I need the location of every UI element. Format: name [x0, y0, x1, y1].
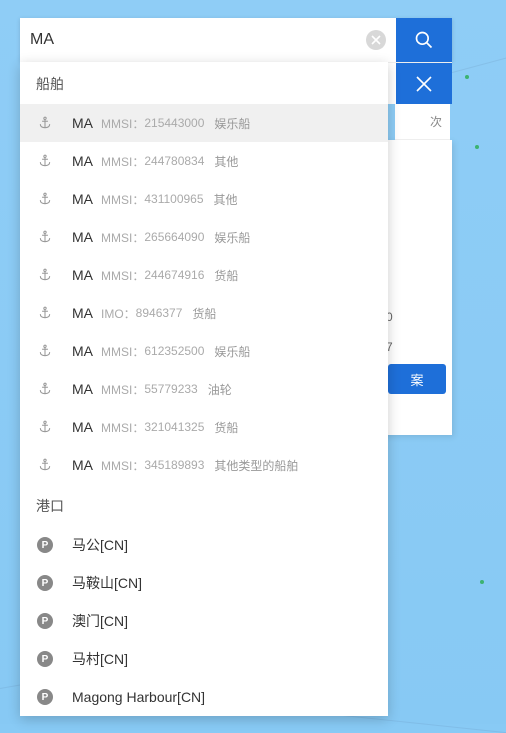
result-port-name: 马村[CN]	[72, 649, 128, 669]
ship-icon	[38, 230, 52, 244]
ship-result-row[interactable]: MA MMSI： 244674916 货船	[20, 256, 388, 294]
result-id-number: 55779233	[144, 382, 197, 396]
ship-result-row[interactable]: MA MMSI： 55779233 油轮	[20, 370, 388, 408]
search-input-wrap	[20, 18, 396, 62]
ship-result-row[interactable]: MA MMSI： 244780834 其他	[20, 142, 388, 180]
ship-icon	[38, 192, 52, 206]
result-type: 其他	[214, 191, 238, 208]
port-icon: P	[37, 651, 53, 667]
result-name: MA	[72, 115, 93, 131]
result-id-number: 345189893	[144, 458, 204, 472]
port-result-row[interactable]: P 马鞍山[CN]	[20, 564, 388, 602]
ship-result-row[interactable]: MA IMO： 8946377 货船	[20, 294, 388, 332]
result-id-number: 244674916	[144, 268, 204, 282]
ship-icon	[38, 420, 52, 434]
search-row	[20, 18, 452, 62]
result-port-name: 马鞍山[CN]	[72, 573, 142, 593]
ship-result-row[interactable]: MA MMSI： 431100965 其他	[20, 180, 388, 218]
result-type: 油轮	[208, 381, 232, 398]
ship-icon	[38, 154, 52, 168]
result-id-number: 431100965	[144, 192, 203, 206]
result-name: MA	[72, 267, 93, 283]
search-input[interactable]	[30, 31, 366, 49]
result-name: MA	[72, 457, 93, 473]
behind-strip: 次	[395, 104, 450, 140]
result-type: 其他	[214, 153, 238, 170]
close-panel-button[interactable]	[396, 63, 452, 104]
result-type: 娱乐船	[214, 115, 250, 132]
result-name: MA	[72, 381, 93, 397]
search-button[interactable]	[396, 18, 452, 62]
ship-result-row[interactable]: MA MMSI： 612352500 娱乐船	[20, 332, 388, 370]
result-id-label: MMSI：	[101, 115, 144, 132]
result-name: MA	[72, 343, 93, 359]
group-header-ports: 港口	[20, 484, 388, 526]
port-icon: P	[37, 537, 53, 553]
ship-icon	[38, 306, 52, 320]
result-id-label: MMSI：	[101, 153, 144, 170]
result-type: 货船	[192, 305, 216, 322]
result-id-number: 265664090	[144, 230, 204, 244]
result-id-label: MMSI：	[101, 419, 144, 436]
result-type: 娱乐船	[214, 343, 250, 360]
ship-result-row[interactable]: MA MMSI： 265664090 娱乐船	[20, 218, 388, 256]
port-result-row[interactable]: P Magong Harbour[CN]	[20, 678, 388, 716]
ship-icon	[38, 116, 52, 130]
result-name: MA	[72, 153, 93, 169]
ship-icon	[38, 382, 52, 396]
result-port-name: 澳门[CN]	[72, 611, 128, 631]
result-id-number: 612352500	[144, 344, 204, 358]
result-type: 货船	[214, 419, 238, 436]
result-port-name: 马公[CN]	[72, 535, 128, 555]
result-port-name: Magong Harbour[CN]	[72, 689, 205, 705]
port-result-row[interactable]: P 马公[CN]	[20, 526, 388, 564]
port-result-row[interactable]: P 马村[CN]	[20, 640, 388, 678]
result-id-label: MMSI：	[101, 457, 144, 474]
ship-result-row[interactable]: MA MMSI： 215443000 娱乐船	[20, 104, 388, 142]
result-name: MA	[72, 419, 93, 435]
group-header-ships: 船舶	[20, 62, 388, 104]
search-icon	[414, 30, 434, 50]
port-icon: P	[37, 613, 53, 629]
result-id-label: MMSI：	[101, 229, 144, 246]
result-id-number: 321041325	[144, 420, 204, 434]
ship-icon	[38, 458, 52, 472]
clear-search-button[interactable]	[366, 30, 386, 50]
result-type: 货船	[214, 267, 238, 284]
port-result-row[interactable]: P 澳门[CN]	[20, 602, 388, 640]
result-id-label: MMSI：	[101, 267, 144, 284]
ship-icon	[38, 268, 52, 282]
result-id-label: IMO：	[101, 305, 136, 322]
result-name: MA	[72, 229, 93, 245]
result-id-label: MMSI：	[101, 191, 144, 208]
result-name: MA	[72, 305, 93, 321]
ship-result-row[interactable]: MA MMSI： 321041325 货船	[20, 408, 388, 446]
result-type: 娱乐船	[214, 229, 250, 246]
ship-icon	[38, 344, 52, 358]
result-name: MA	[72, 191, 93, 207]
close-icon	[371, 35, 381, 45]
result-id-number: 244780834	[144, 154, 204, 168]
autocomplete-dropdown: 船舶 MA MMSI： 215443000 娱乐船 MA MMSI： 24478…	[20, 62, 388, 716]
ship-result-row[interactable]: MA MMSI： 345189893 其他类型的船舶	[20, 446, 388, 484]
result-id-number: 215443000	[144, 116, 204, 130]
close-icon	[415, 75, 433, 93]
port-icon: P	[37, 575, 53, 591]
result-id-number: 8946377	[136, 306, 183, 320]
behind-action-button[interactable]: 案	[388, 364, 446, 394]
result-id-label: MMSI：	[101, 381, 144, 398]
port-icon: P	[37, 689, 53, 705]
result-type: 其他类型的船舶	[214, 457, 298, 474]
result-id-label: MMSI：	[101, 343, 144, 360]
